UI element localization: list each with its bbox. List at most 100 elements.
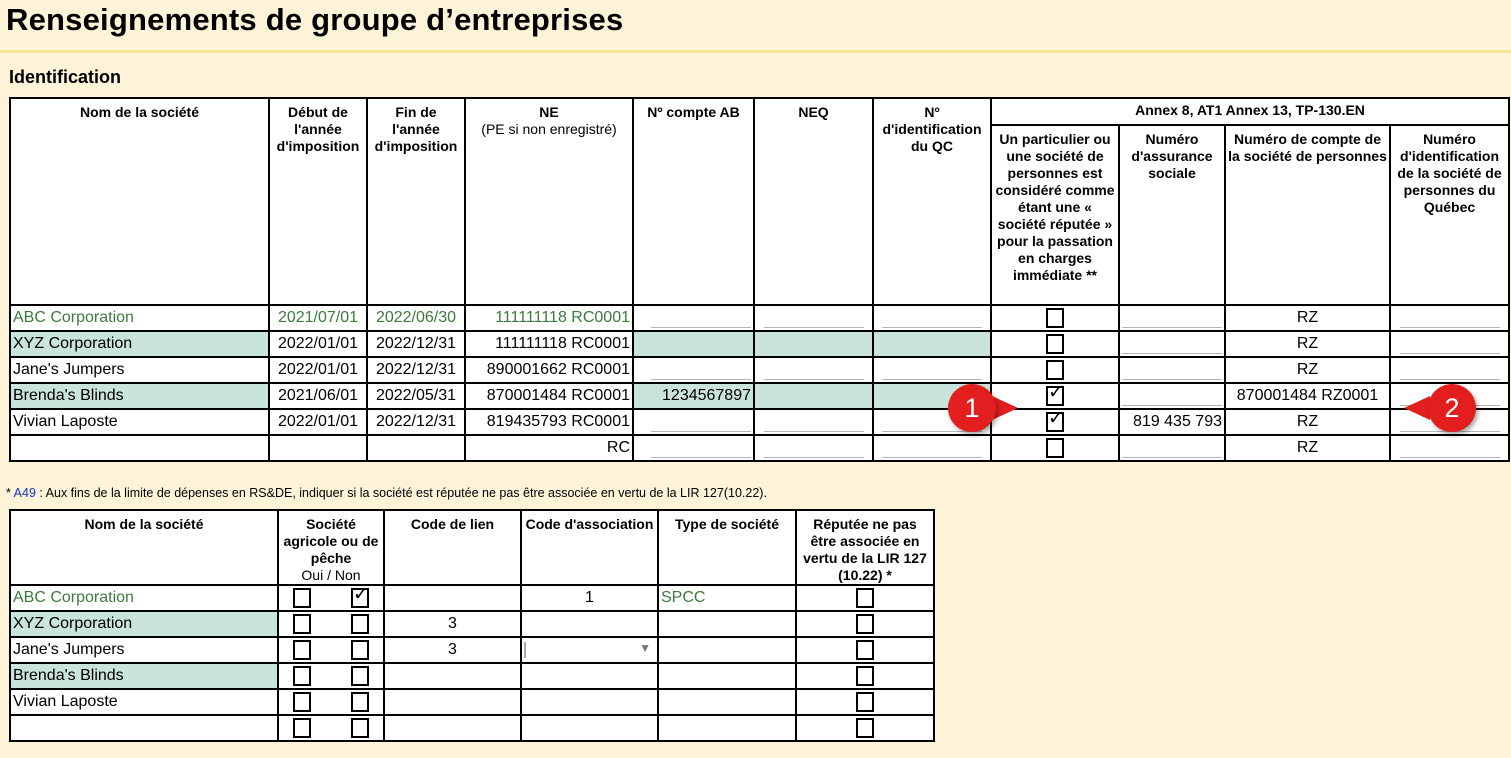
tax-year-start-cell[interactable]: 2022/01/01 [268,330,368,358]
neq-cell[interactable] [753,434,874,462]
association-code-cell[interactable]: ▼ [520,636,659,664]
ab-account-cell[interactable] [632,356,755,384]
farming-yes-checkbox[interactable] [293,692,311,712]
neq-input[interactable] [763,413,864,432]
neq-cell[interactable] [753,382,874,410]
partnership-account-cell[interactable]: RZ [1224,356,1391,384]
partnership-account-cell[interactable]: 870001484 RZ0001 [1224,382,1391,410]
neq-cell[interactable] [753,356,874,384]
farming-no-checkbox[interactable] [351,640,369,660]
farming-no-checkbox[interactable] [351,718,369,738]
farming-yes-checkbox[interactable] [293,718,311,738]
sin-input[interactable] [1122,439,1222,458]
deemed-company-checkbox[interactable] [1046,438,1064,458]
partnership-qc-id-cell[interactable] [1388,304,1511,332]
ab-account-input[interactable] [651,439,751,458]
company-type-cell[interactable] [657,714,797,742]
ab-account-cell[interactable] [632,330,755,358]
sin-input[interactable] [1122,387,1222,406]
link-code-cell[interactable] [383,584,522,612]
link-code-cell[interactable] [383,714,522,742]
business-number-cell[interactable]: 870001484 RC0001 [464,382,634,410]
ab-account-input[interactable] [651,361,751,380]
qc-id-input[interactable] [882,439,982,458]
qc-id-input[interactable] [882,309,982,328]
business-number-cell[interactable]: 819435793 RC0001 [464,408,634,436]
ab-account-input[interactable] [651,309,751,328]
company-type-cell[interactable]: SPCC [657,584,797,612]
link-code-cell[interactable] [383,688,522,716]
deemed-company-checkbox[interactable] [1046,360,1064,380]
tax-year-end-cell[interactable]: 2022/12/31 [366,330,466,358]
sin-cell[interactable] [1118,382,1226,410]
deemed-company-cell[interactable] [990,356,1120,384]
partnership-account-cell[interactable]: RZ [1224,304,1391,332]
deemed-company-checkbox[interactable] [1046,334,1064,354]
business-number-cell[interactable]: 111111118 RC0001 [464,330,634,358]
link-code-cell[interactable]: 3 [383,610,522,638]
link-code-cell[interactable]: 3 [383,636,522,664]
footnote-link[interactable]: A49 [14,486,36,500]
partnership-account-cell[interactable]: RZ [1224,434,1391,462]
qc-id-cell[interactable] [872,434,992,462]
deemed-not-associated-checkbox[interactable] [856,692,874,712]
tax-year-end-cell[interactable]: 2022/12/31 [366,408,466,436]
neq-cell[interactable] [753,304,874,332]
business-number-cell[interactable]: 111111118 RC0001 [464,304,634,332]
sin-cell[interactable] [1118,330,1226,358]
tax-year-start-cell[interactable] [268,434,368,462]
qc-id-input[interactable] [882,361,982,380]
farming-yes-checkbox[interactable] [293,588,311,608]
farming-no-checkbox[interactable] [351,614,369,634]
tax-year-end-cell[interactable]: 2022/05/31 [366,382,466,410]
tax-year-end-cell[interactable]: 2022/12/31 [366,356,466,384]
deemed-not-associated-checkbox[interactable] [856,614,874,634]
deemed-company-checkbox[interactable] [1046,308,1064,328]
ab-account-input[interactable] [651,413,751,432]
sin-input[interactable] [1122,361,1222,380]
qc-id-cell[interactable] [872,330,992,358]
neq-input[interactable] [763,361,864,380]
association-code-cell[interactable] [520,688,659,716]
qc-id-cell[interactable] [872,304,992,332]
sin-cell[interactable] [1118,304,1226,332]
tax-year-start-cell[interactable]: 2021/06/01 [268,382,368,410]
dropdown-arrow-icon[interactable]: ▼ [639,641,651,655]
deemed-not-associated-checkbox[interactable] [856,588,874,608]
partnership-qc-id-input[interactable] [1399,309,1500,328]
farming-no-checkbox[interactable]: ✓ [351,587,369,608]
deemed-not-associated-checkbox[interactable] [856,666,874,686]
partnership-account-cell[interactable]: RZ [1224,408,1391,436]
partnership-qc-id-cell[interactable] [1388,356,1511,384]
sin-cell[interactable] [1118,434,1226,462]
company-type-cell[interactable] [657,610,797,638]
company-type-cell[interactable] [657,662,797,690]
deemed-company-cell[interactable] [990,434,1120,462]
business-number-cell[interactable]: 890001662 RC0001 [464,356,634,384]
partnership-qc-id-cell[interactable] [1388,434,1511,462]
partnership-qc-id-input[interactable] [1399,335,1500,354]
tax-year-start-cell[interactable]: 2021/07/01 [268,304,368,332]
sin-cell[interactable] [1118,356,1226,384]
partnership-qc-id-input[interactable] [1399,361,1500,380]
tax-year-end-cell[interactable]: 2022/06/30 [366,304,466,332]
ab-account-cell[interactable] [632,434,755,462]
neq-input[interactable] [763,439,864,458]
ab-account-cell[interactable]: 1234567897 [632,382,755,410]
tax-year-end-cell[interactable] [366,434,466,462]
association-code-cell[interactable] [520,662,659,690]
deemed-not-associated-checkbox[interactable] [856,718,874,738]
deemed-company-checkbox[interactable]: ✓ [1046,385,1064,406]
ab-account-cell[interactable] [632,408,755,436]
farming-yes-checkbox[interactable] [293,640,311,660]
partnership-account-cell[interactable]: RZ [1224,330,1391,358]
deemed-not-associated-checkbox[interactable] [856,640,874,660]
tax-year-start-cell[interactable]: 2022/01/01 [268,408,368,436]
deemed-company-cell[interactable] [990,304,1120,332]
sin-cell[interactable]: 819 435 793 [1118,408,1226,436]
neq-cell[interactable] [753,408,874,436]
farming-no-checkbox[interactable] [351,666,369,686]
association-code-cell[interactable]: 1 [520,584,659,612]
association-code-cell[interactable] [520,610,659,638]
business-number-cell[interactable]: RC [464,434,634,462]
